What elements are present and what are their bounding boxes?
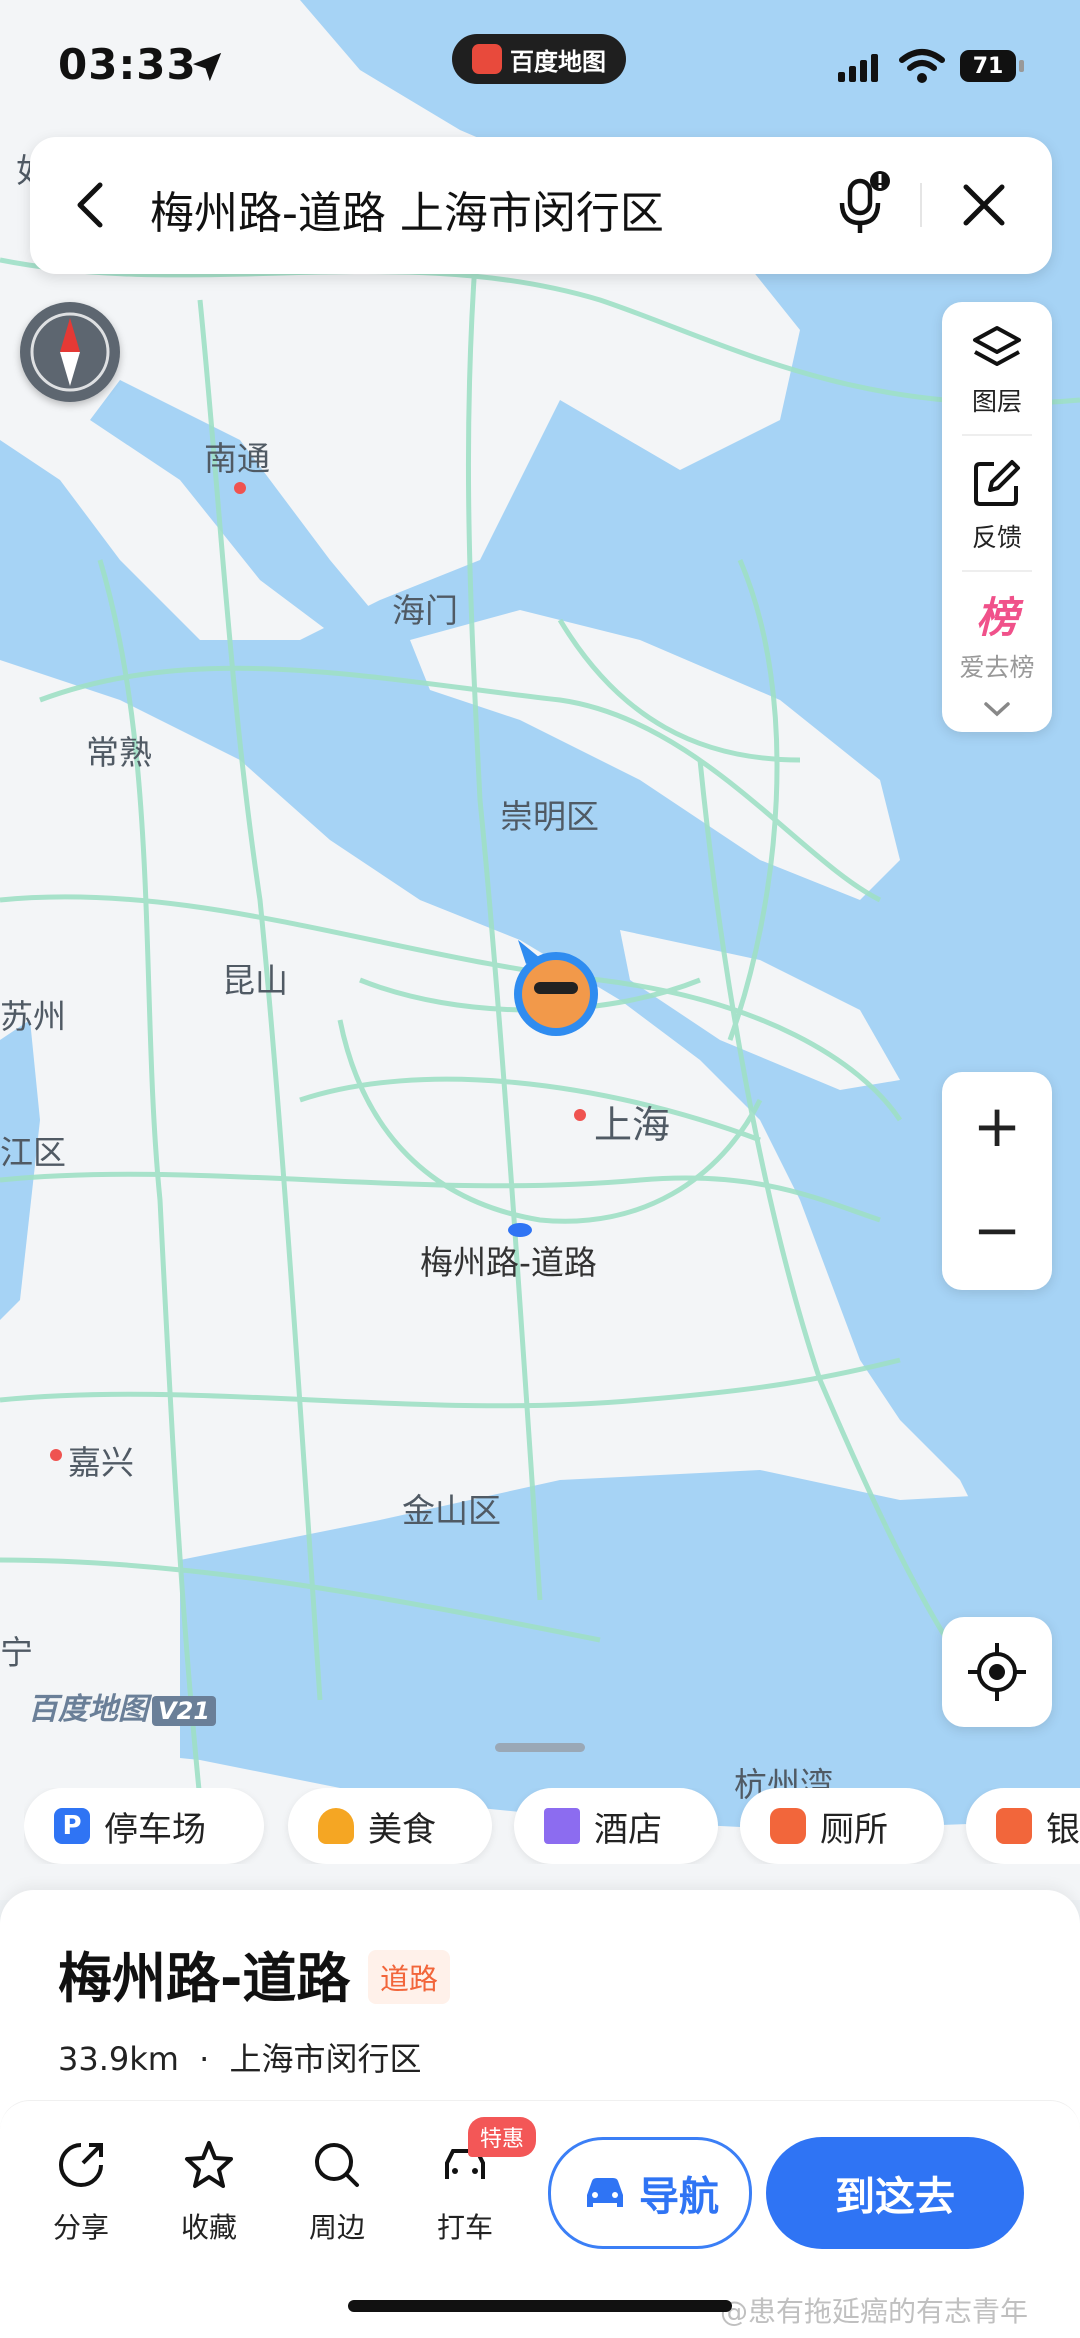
close-icon[interactable] — [960, 181, 1008, 229]
food-icon — [318, 1808, 354, 1844]
taxi-label: 打车 — [436, 2211, 493, 2244]
navigate-button[interactable]: 导航 — [548, 2137, 752, 2249]
map-toolbox: 图层 反馈 榜 爱去榜 — [942, 302, 1052, 732]
map-brand: 百度地图 V21 — [28, 1684, 216, 1728]
share-button[interactable]: 分享 — [36, 2139, 126, 2246]
parking-icon: P — [54, 1808, 90, 1844]
chip-label: 酒店 — [594, 1809, 662, 1850]
ranking-button[interactable]: 榜 爱去榜 — [942, 592, 1052, 684]
map-label: 嘉兴 — [68, 1443, 134, 1482]
favorite-button[interactable]: 收藏 — [164, 2139, 254, 2246]
sheet-drag-handle[interactable] — [495, 1743, 585, 1752]
ranking-icon: 榜 — [975, 593, 1018, 642]
star-icon — [185, 2141, 233, 2188]
chip-parking[interactable]: P 停车场 — [24, 1788, 264, 1864]
microphone-icon[interactable] — [830, 171, 894, 241]
chip-label: 美食 — [368, 1809, 436, 1850]
zoom-in-button[interactable]: + — [942, 1076, 1052, 1176]
brand-name: 百度地图 — [28, 1692, 148, 1727]
place-district: 上海市闵行区 — [229, 2040, 422, 2078]
share-label: 分享 — [52, 2211, 109, 2244]
status-bar: 03:33 百度地图 71 — [0, 0, 1080, 130]
map-label-selected[interactable]: 梅州路-道路 — [420, 1236, 597, 1284]
ranking-label: 爱去榜 — [959, 653, 1035, 682]
map-label: 江区 — [0, 1133, 66, 1172]
layers-label: 图层 — [971, 387, 1022, 416]
signal-icon — [838, 54, 878, 82]
compass-icon — [30, 312, 110, 392]
chevron-down-icon[interactable] — [982, 700, 1012, 720]
category-chips: P 停车场 美食 酒店 厕所 银 — [24, 1788, 1080, 1864]
search-bar[interactable]: 梅州路-道路 上海市闵行区 — [30, 137, 1052, 274]
place-detail-sheet[interactable]: 梅州路-道路 道路 33.9km · 上海市闵行区 分享 收藏 周边 打车 特惠… — [0, 1890, 1080, 2338]
chip-label: 银 — [1046, 1809, 1080, 1850]
feedback-icon — [974, 460, 1020, 506]
place-distance: 33.9km — [58, 2040, 179, 2078]
nearby-label: 周边 — [308, 2211, 365, 2244]
chip-hotel[interactable]: 酒店 — [514, 1788, 718, 1864]
navigate-label: 导航 — [639, 2174, 719, 2220]
car-icon — [587, 2178, 623, 2207]
locate-icon — [968, 1643, 1026, 1701]
promo-badge: 特惠 — [468, 2117, 537, 2157]
place-type-tag: 道路 — [368, 1950, 451, 2004]
nearby-button[interactable]: 周边 — [292, 2139, 382, 2246]
chip-label: 厕所 — [820, 1809, 888, 1850]
bank-icon — [996, 1808, 1032, 1844]
status-time: 03:33 — [58, 40, 197, 89]
compass-button[interactable] — [20, 302, 120, 402]
map-canvas[interactable] — [0, 0, 1080, 1900]
map-label: 上海 — [594, 1103, 671, 1147]
search-icon — [315, 2143, 359, 2187]
back-arrow-icon[interactable] — [70, 179, 110, 231]
search-divider — [920, 183, 922, 227]
tool-divider — [962, 570, 1032, 572]
battery-indicator: 71 — [960, 50, 1024, 82]
go-here-button[interactable]: 到这去 — [766, 2137, 1024, 2249]
brand-version: V21 — [152, 1696, 216, 1726]
home-indicator[interactable] — [348, 2300, 732, 2312]
layers-button[interactable]: 图层 — [942, 324, 1052, 418]
location-arrow-icon — [192, 52, 222, 82]
locate-me-button[interactable] — [942, 1617, 1052, 1727]
tool-divider — [962, 434, 1032, 436]
chip-label: 停车场 — [104, 1809, 206, 1850]
map-label: 昆山 — [222, 961, 288, 1000]
map-label: 崇明区 — [500, 797, 599, 836]
search-query[interactable]: 梅州路-道路 上海市闵行区 — [150, 177, 664, 241]
zoom-control: + − — [942, 1072, 1052, 1290]
share-icon — [59, 2143, 103, 2187]
map-label: 苏州 — [0, 997, 66, 1036]
map-label: 南通 — [204, 439, 270, 478]
place-separator: · — [199, 2040, 210, 2078]
feedback-button[interactable]: 反馈 — [942, 458, 1052, 554]
zoom-out-button[interactable]: − — [942, 1180, 1052, 1280]
favorite-label: 收藏 — [180, 2211, 237, 2244]
map-label: 金山区 — [402, 1491, 501, 1530]
chip-bank[interactable]: 银 — [966, 1788, 1080, 1864]
chip-food[interactable]: 美食 — [288, 1788, 492, 1864]
layers-icon — [973, 326, 1021, 366]
baidu-logo-icon — [472, 44, 502, 74]
hotel-icon — [544, 1808, 580, 1844]
chip-toilet[interactable]: 厕所 — [740, 1788, 944, 1864]
toilet-icon — [770, 1808, 806, 1844]
app-pill-label: 百度地图 — [510, 47, 606, 76]
map-label: 宁 — [0, 1633, 33, 1672]
wifi-icon — [899, 49, 945, 83]
map-label: 常熟 — [86, 733, 152, 772]
map-label: 海门 — [392, 591, 458, 630]
feedback-label: 反馈 — [971, 523, 1022, 552]
app-pill[interactable]: 百度地图 — [452, 34, 626, 84]
watermark: @患有拖延癌的有志青年 — [720, 2295, 1029, 2328]
place-title: 梅州路-道路 — [58, 1947, 351, 2010]
place-meta: 33.9km · 上海市闵行区 — [58, 2034, 421, 2080]
